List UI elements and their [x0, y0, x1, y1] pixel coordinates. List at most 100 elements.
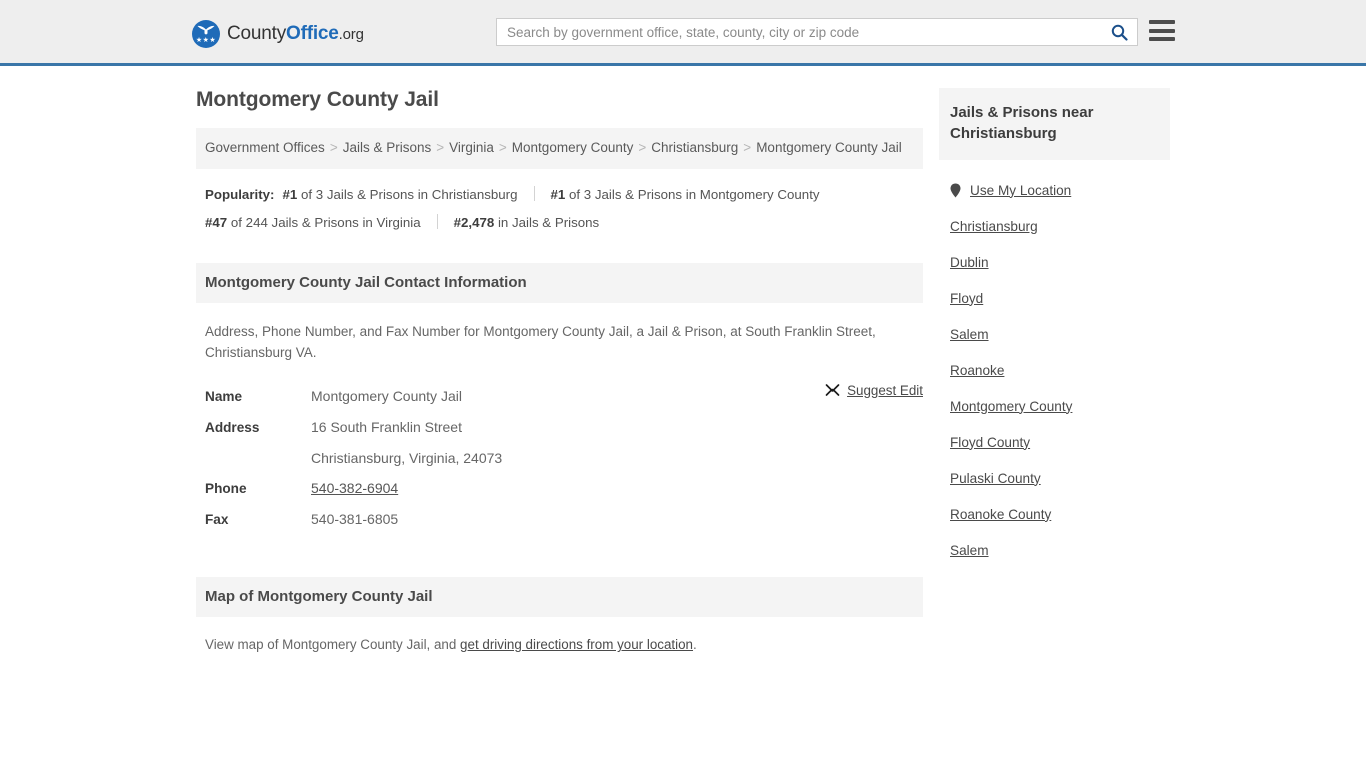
sidebar-label-christiansburg[interactable]: Christiansburg: [950, 219, 1038, 234]
phone-link[interactable]: 540-382-6904: [311, 480, 398, 496]
contact-section-description: Address, Phone Number, and Fax Number fo…: [205, 324, 876, 360]
search-input[interactable]: [497, 19, 1101, 45]
contact-label-address: Address: [205, 420, 260, 435]
suggest-edit-label: Suggest Edit: [847, 383, 923, 398]
sidebar-item-roanoke-county[interactable]: Roanoke County: [950, 496, 1159, 532]
sidebar-item-salem-2[interactable]: Salem: [950, 532, 1159, 568]
sidebar-item-roanoke[interactable]: Roanoke: [950, 352, 1159, 388]
map-section-heading: Map of Montgomery County Jail: [196, 577, 923, 617]
contact-section-heading: Montgomery County Jail Contact Informati…: [196, 263, 923, 303]
contact-value-name: Montgomery County Jail: [311, 388, 462, 404]
popularity-rank-2: #1: [550, 187, 566, 202]
pencil-edit-icon: [825, 384, 840, 396]
popularity-divider: [533, 186, 535, 201]
site-header: ★★★ CountyOffice.org: [0, 0, 1366, 66]
contact-row-phone: Phone 540-382-6904: [205, 473, 914, 504]
sidebar-item-montgomery-county[interactable]: Montgomery County: [950, 388, 1159, 424]
breadcrumb-separator: >: [743, 140, 752, 155]
sidebar-label-roanoke[interactable]: Roanoke: [950, 363, 1004, 378]
popularity-rank-4: #2,478: [453, 215, 495, 230]
contact-value-phone: 540-382-6904: [311, 473, 398, 503]
sidebar-item-pulaski-county[interactable]: Pulaski County: [950, 460, 1159, 496]
popularity-rank-3: #47: [205, 215, 228, 230]
search-bar[interactable]: [496, 18, 1138, 46]
popularity-entry-4: #2,478 in Jails & Prisons: [454, 215, 600, 230]
sidebar-item-floyd-county[interactable]: Floyd County: [950, 424, 1159, 460]
popularity-entry-1: #1 of 3 Jails & Prisons in Christiansbur…: [282, 187, 517, 202]
hamburger-bar-1: [1149, 20, 1175, 24]
popularity-row: Popularity: #1 of 3 Jails & Prisons in Ch…: [196, 169, 923, 243]
sidebar-item-dublin[interactable]: Dublin: [950, 244, 1159, 280]
driving-directions-link[interactable]: get driving directions from your locatio…: [460, 637, 693, 652]
popularity-text-2: of 3 Jails & Prisons in Montgomery Count…: [569, 187, 820, 202]
sidebar-label-floyd[interactable]: Floyd: [950, 291, 983, 306]
page-title: Montgomery County Jail: [196, 88, 439, 111]
breadcrumb-separator: >: [329, 140, 338, 155]
breadcrumb: Government Offices > Jails & Prisons > Virgi…: [196, 128, 923, 169]
hamburger-bar-3: [1149, 37, 1175, 41]
breadcrumb-item-christiansburg[interactable]: Christiansburg: [651, 140, 738, 155]
sidebar-label-dublin[interactable]: Dublin: [950, 255, 989, 270]
contact-row-address: Address 16 South Franklin Street: [205, 412, 914, 443]
map-pin-icon: [950, 183, 961, 197]
sidebar-label-use-my-location[interactable]: Use My Location: [970, 183, 1071, 198]
map-text-before: View map of Montgomery County Jail, and: [205, 637, 461, 652]
popularity-entry-3: #47 of 244 Jails & Prisons in Virginia: [205, 215, 421, 230]
breadcrumb-item-government-offices[interactable]: Government Offices: [205, 140, 325, 155]
breadcrumb-item-montgomery-county[interactable]: Montgomery County: [512, 140, 634, 155]
suggest-edit-button[interactable]: Suggest Edit: [825, 383, 923, 398]
popularity-text-1: of 3 Jails & Prisons in Christiansburg: [300, 187, 518, 202]
popularity-text-4: in Jails & Prisons: [497, 215, 600, 230]
site-logo[interactable]: ★★★ CountyOffice.org: [192, 20, 364, 48]
logo-text-office: Office: [286, 23, 339, 44]
sidebar-label-pulaski-county[interactable]: Pulaski County: [950, 471, 1041, 486]
popularity-label: Popularity:: [205, 187, 275, 202]
breadcrumb-item-virginia[interactable]: Virginia: [449, 140, 494, 155]
sidebar-label-roanoke-county[interactable]: Roanoke County: [950, 507, 1051, 522]
contact-label-phone: Phone: [205, 481, 247, 496]
main-content-column: Montgomery County Jail Government Office…: [196, 88, 923, 655]
logo-text-org: .org: [338, 26, 364, 43]
contact-value-address-street: 16 South Franklin Street: [311, 419, 462, 435]
search-button[interactable]: [1101, 19, 1137, 45]
stars-icon: ★★★: [195, 37, 217, 44]
contact-row-name: Name Montgomery County Jail: [205, 381, 914, 412]
search-icon: [1111, 24, 1128, 41]
sidebar-item-salem[interactable]: Salem: [950, 316, 1159, 352]
map-text-after: .: [693, 637, 697, 652]
sidebar-label-floyd-county[interactable]: Floyd County: [950, 435, 1030, 450]
contact-value-address-city: Christiansburg, Virginia, 24073: [311, 450, 503, 466]
contact-label-name: Name: [205, 389, 243, 404]
popularity-rank-1: #1: [282, 187, 298, 202]
sidebar-link-list: Use My Location Christiansburg Dublin Fl…: [939, 172, 1170, 568]
hamburger-menu-button[interactable]: [1149, 20, 1175, 41]
eagle-icon: [197, 25, 215, 35]
breadcrumb-item-current: Montgomery County Jail: [756, 140, 902, 155]
logo-wordmark: CountyOffice.org: [227, 23, 364, 45]
breadcrumb-item-jails-prisons[interactable]: Jails & Prisons: [343, 140, 432, 155]
contact-value-fax: 540-381-6805: [311, 511, 399, 527]
sidebar: Jails & Prisons near Christiansburg Use …: [939, 88, 1170, 568]
popularity-text-3: of 244 Jails & Prisons in Virginia: [230, 215, 421, 230]
breadcrumb-separator: >: [436, 140, 445, 155]
breadcrumb-separator: >: [498, 140, 507, 155]
breadcrumb-separator: >: [638, 140, 647, 155]
county-office-emblem-icon: ★★★: [192, 20, 220, 48]
popularity-entry-2: #1 of 3 Jails & Prisons in Montgomery Co…: [551, 187, 820, 202]
sidebar-label-montgomery-county[interactable]: Montgomery County: [950, 399, 1072, 414]
logo-text-county: County: [227, 23, 287, 44]
sidebar-item-christiansburg[interactable]: Christiansburg: [950, 208, 1159, 244]
popularity-divider: [436, 214, 438, 229]
contact-label-fax: Fax: [205, 512, 229, 527]
hamburger-bar-2: [1149, 28, 1175, 33]
header-inner: ★★★ CountyOffice.org: [0, 0, 1366, 63]
sidebar-item-floyd[interactable]: Floyd: [950, 280, 1159, 316]
map-section-description: View map of Montgomery County Jail, and …: [196, 617, 923, 655]
contact-row-fax: Fax 540-381-6805: [205, 504, 914, 535]
sidebar-heading: Jails & Prisons near Christiansburg: [939, 88, 1170, 160]
sidebar-item-use-my-location[interactable]: Use My Location: [950, 172, 1159, 208]
contact-details-table: Suggest Edit Name Montgomery County Jail…: [196, 381, 923, 535]
sidebar-label-salem[interactable]: Salem: [950, 327, 989, 342]
contact-row-address-city: Christiansburg, Virginia, 24073: [205, 443, 914, 473]
sidebar-label-salem-2[interactable]: Salem: [950, 543, 989, 558]
